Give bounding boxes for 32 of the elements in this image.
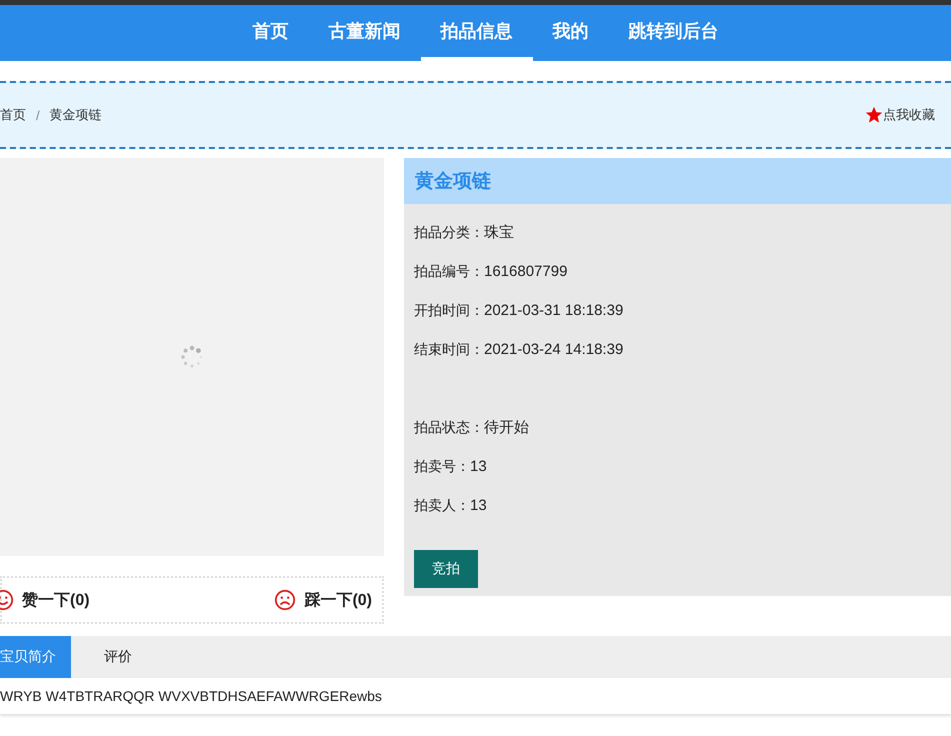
nav-link[interactable]: 我的 [532, 5, 608, 61]
nav-link[interactable]: 古董新闻 [308, 5, 420, 61]
field-label: 拍品分类： [414, 224, 484, 242]
dislike-link[interactable]: 踩一下(0) [304, 590, 372, 610]
frown-icon[interactable] [274, 589, 296, 611]
star-icon [865, 106, 883, 124]
field-value: 2021-03-31 18:18:39 [484, 302, 624, 319]
field-value: 13 [470, 497, 487, 514]
bid-button[interactable]: 竞拍 [414, 550, 478, 588]
field-value: 珠宝 [484, 223, 514, 242]
favorite-link[interactable]: 点我收藏 [883, 106, 935, 124]
like-link[interactable]: 赞一下(0) [22, 590, 90, 610]
breadcrumb-separator: / [36, 108, 40, 122]
field-label: 拍品状态： [414, 418, 484, 436]
description-text: WRYB W4TBTRARQQR WVXVBTDHSAEFAWWRGERewbs [0, 688, 382, 704]
tab[interactable]: 宝贝简介 [0, 636, 71, 678]
field-value: 13 [470, 458, 487, 475]
nav-link[interactable]: 跳转到后台 [608, 5, 738, 61]
field-label: 拍卖号： [414, 458, 470, 476]
field-label: 开拍时间： [414, 302, 484, 320]
breadcrumb-link[interactable]: 首页 [0, 106, 26, 124]
nav-link[interactable]: 拍品信息 [420, 5, 532, 61]
field-label: 拍卖人： [414, 496, 470, 514]
tab[interactable]: 评价 [71, 636, 165, 678]
field-label: 拍品编号： [414, 262, 484, 280]
product-title: 黄金项链 [415, 170, 491, 194]
breadcrumb-current: 黄金项链 [50, 106, 102, 124]
field-value: 2021-03-24 14:18:39 [484, 341, 624, 358]
nav-link[interactable]: 首页 [232, 5, 308, 61]
field-label: 结束时间： [414, 340, 484, 358]
field-value: 1616807799 [484, 263, 568, 280]
field-value: 待开始 [484, 418, 529, 437]
